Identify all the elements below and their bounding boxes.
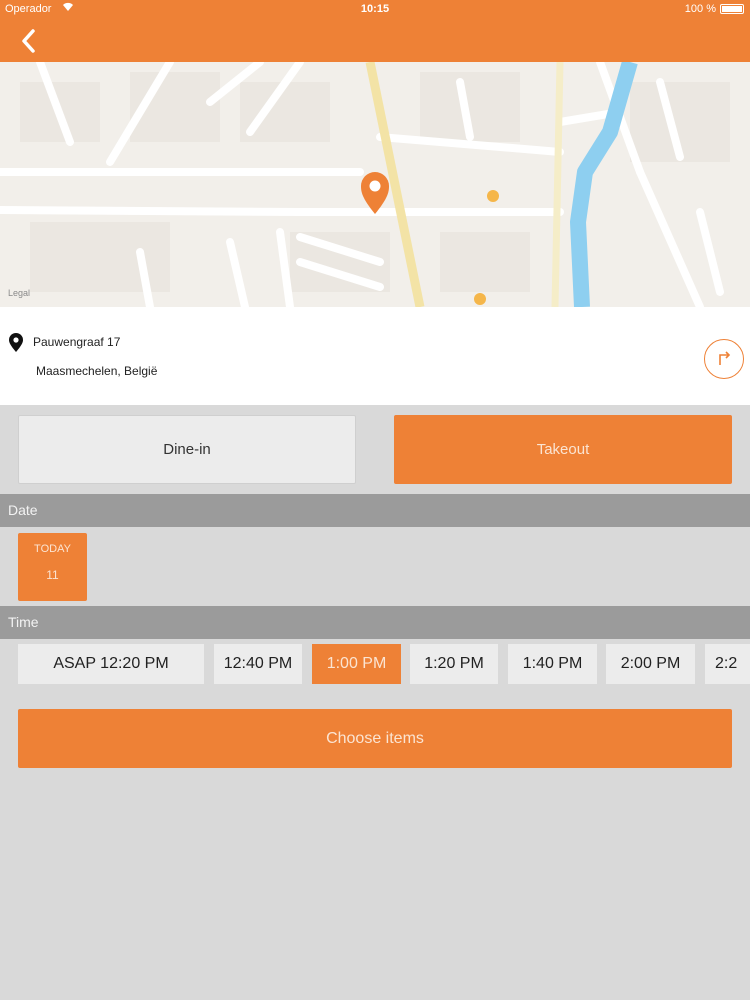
map-legal-link[interactable]: Legal — [8, 288, 30, 298]
date-section-header: Date — [0, 494, 750, 527]
time-slot[interactable]: 12:40 PM — [214, 644, 302, 684]
date-tile-label: TODAY — [34, 543, 71, 555]
battery-icon — [720, 4, 744, 14]
date-tile-today[interactable]: TODAY 11 — [18, 533, 87, 601]
directions-button[interactable] — [704, 339, 744, 379]
map-view[interactable]: Legal — [0, 62, 750, 307]
map-pin-icon[interactable] — [361, 172, 389, 214]
address-panel: Pauwengraaf 17 Maasmechelen, België — [0, 307, 750, 405]
directions-icon — [719, 351, 731, 365]
location-pin-icon — [8, 333, 24, 358]
status-time: 10:15 — [360, 3, 390, 15]
time-slot-selected[interactable]: 1:00 PM — [312, 644, 401, 684]
chevron-left-icon — [22, 29, 35, 53]
address-city: Maasmechelen, België — [36, 364, 158, 378]
takeout-button[interactable]: Takeout — [394, 415, 732, 484]
time-section-header: Time — [0, 606, 750, 639]
time-slot[interactable]: 1:40 PM — [508, 644, 597, 684]
time-slot-list[interactable]: ASAP 12:20 PM 12:40 PM 1:00 PM 1:20 PM 1… — [0, 644, 750, 684]
address-street: Pauwengraaf 17 — [33, 335, 121, 349]
status-bar: Operador 10:15 100 % — [0, 0, 750, 18]
dine-in-button[interactable]: Dine-in — [18, 415, 356, 484]
time-slot[interactable]: 1:20 PM — [410, 644, 498, 684]
time-slot[interactable]: 2:00 PM — [606, 644, 695, 684]
map-graphic — [0, 62, 730, 307]
time-slot[interactable]: ASAP 12:20 PM — [18, 644, 204, 684]
back-button[interactable] — [14, 24, 44, 58]
battery-percentage: 100 % — [684, 3, 716, 15]
date-tile-number: 11 — [46, 568, 59, 582]
choose-items-button[interactable]: Choose items — [18, 709, 732, 768]
time-slot[interactable]: 2:2 — [705, 644, 750, 684]
navigation-bar: Operador 10:15 100 % — [0, 0, 750, 62]
